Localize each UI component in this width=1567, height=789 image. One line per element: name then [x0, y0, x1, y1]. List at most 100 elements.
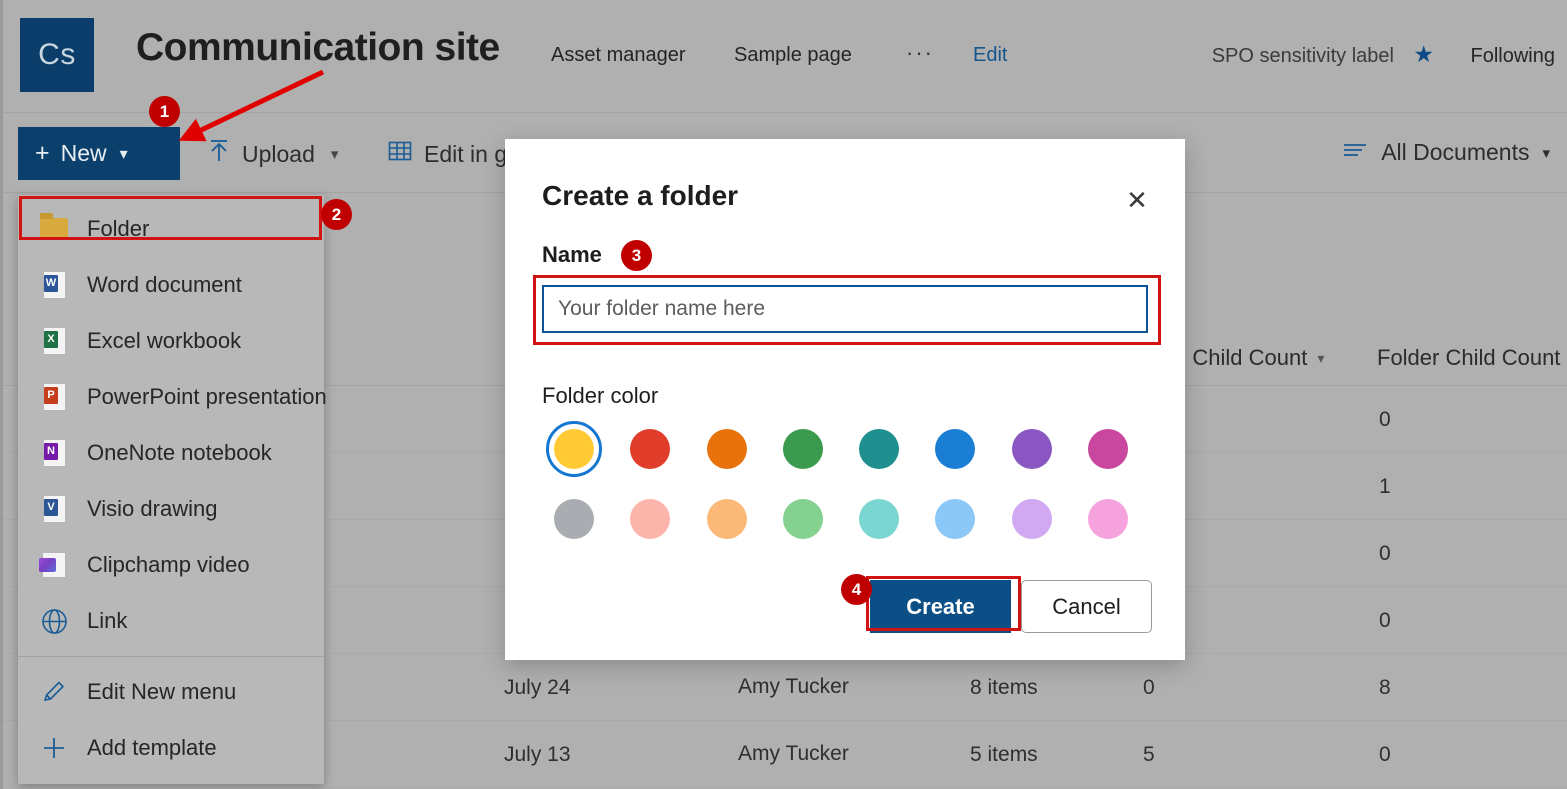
new-button-label: New	[61, 140, 107, 167]
swatch-dot	[554, 429, 594, 469]
dialog-title: Create a folder	[542, 180, 738, 212]
grid-table-icon	[388, 139, 412, 169]
annotation-badge-4: 4	[841, 574, 872, 605]
swatch-red[interactable]	[612, 424, 688, 474]
swatch-light-green[interactable]	[765, 494, 841, 544]
menu-divider	[18, 656, 324, 657]
site-header: Cs Communication site Asset manager Samp…	[3, 0, 1567, 113]
cell-author: Amy Tucker	[738, 675, 849, 699]
swatch-light-orange[interactable]	[689, 494, 765, 544]
pencil-icon	[40, 678, 68, 706]
excel-icon: X	[40, 327, 68, 355]
swatch-dot	[1088, 429, 1128, 469]
swatch-dot	[935, 429, 975, 469]
new-menu-flyout: Folder W Word document X Excel workbook …	[18, 195, 324, 784]
swatch-blue[interactable]	[917, 424, 993, 474]
site-logo: Cs	[20, 18, 94, 92]
cancel-button[interactable]: Cancel	[1021, 580, 1152, 633]
swatch-light-blue[interactable]	[917, 494, 993, 544]
cell-folder-child-count: 0	[1379, 408, 1391, 432]
plus-icon	[40, 734, 68, 762]
annotation-badge-2: 2	[321, 199, 352, 230]
cell-author: Amy Tucker	[738, 742, 849, 766]
menu-item-add-template[interactable]: Add template	[18, 720, 324, 776]
menu-item-folder[interactable]: Folder	[18, 201, 324, 257]
swatch-teal[interactable]	[841, 424, 917, 474]
nav-item-asset-manager[interactable]: Asset manager	[551, 44, 686, 67]
following-button[interactable]: Following	[1471, 45, 1555, 68]
close-icon[interactable]: ✕	[1120, 183, 1154, 217]
edit-in-grid-label: Edit in g	[424, 141, 507, 168]
swatch-dot	[783, 499, 823, 539]
star-icon: ★	[1413, 43, 1434, 66]
cell-child-count: 5	[1143, 743, 1155, 767]
plus-icon: +	[35, 141, 50, 166]
swatch-light-purple[interactable]	[994, 494, 1070, 544]
swatch-dot	[783, 429, 823, 469]
nav-item-edit[interactable]: Edit	[973, 44, 1007, 67]
swatch-dot	[554, 499, 594, 539]
swatch-light-red[interactable]	[612, 494, 688, 544]
nav-overflow-icon[interactable]: ···	[906, 40, 934, 66]
nav-item-sample-page[interactable]: Sample page	[734, 44, 852, 67]
menu-item-label: OneNote notebook	[87, 440, 272, 466]
swatch-light-teal[interactable]	[841, 494, 917, 544]
view-selector-label: All Documents	[1381, 139, 1529, 166]
upload-arrow-icon	[208, 139, 230, 169]
chevron-down-icon: ▾	[1317, 350, 1324, 367]
list-view-icon	[1342, 139, 1368, 166]
swatch-dot	[935, 499, 975, 539]
chevron-down-icon: ▾	[331, 145, 339, 163]
swatch-grey[interactable]	[536, 494, 612, 544]
page-title: Communication site	[136, 26, 500, 70]
swatch-dot	[1088, 499, 1128, 539]
folder-icon	[40, 215, 68, 243]
cell-items: 5 items	[970, 743, 1038, 767]
swatch-dot	[707, 429, 747, 469]
swatch-green[interactable]	[765, 424, 841, 474]
swatch-purple[interactable]	[994, 424, 1070, 474]
swatch-dot	[1012, 499, 1052, 539]
cell-date: July 24	[504, 676, 571, 700]
edit-in-grid-button[interactable]: Edit in g	[388, 139, 507, 169]
column-header-folder-child-count[interactable]: Folder Child Count	[1377, 345, 1560, 371]
menu-item-label: Clipchamp video	[87, 552, 250, 578]
folder-name-input[interactable]	[542, 285, 1148, 333]
cell-child-count: 0	[1143, 676, 1155, 700]
name-label: Name	[542, 242, 602, 268]
swatch-dot	[859, 499, 899, 539]
menu-item-label: Excel workbook	[87, 328, 241, 354]
menu-item-onenote-notebook[interactable]: N OneNote notebook	[18, 425, 324, 481]
folder-color-label: Folder color	[542, 383, 658, 409]
upload-button[interactable]: Upload ▾	[208, 139, 338, 169]
menu-item-label: Folder	[87, 216, 149, 242]
cell-folder-child-count: 0	[1379, 743, 1391, 767]
menu-item-visio-drawing[interactable]: V Visio drawing	[18, 481, 324, 537]
swatch-dot	[630, 499, 670, 539]
globe-icon	[40, 607, 68, 635]
view-selector[interactable]: All Documents ▾	[1342, 139, 1550, 166]
swatch-magenta[interactable]	[1070, 424, 1146, 474]
swatch-dot	[707, 499, 747, 539]
create-button[interactable]: Create	[870, 580, 1011, 633]
chevron-down-icon: ▾	[120, 144, 128, 164]
swatch-yellow[interactable]	[536, 424, 612, 474]
menu-item-label: Edit New menu	[87, 679, 236, 705]
menu-item-label: Link	[87, 608, 127, 634]
menu-item-word-document[interactable]: W Word document	[18, 257, 324, 313]
menu-item-edit-new-menu[interactable]: Edit New menu	[18, 664, 324, 720]
swatch-orange[interactable]	[689, 424, 765, 474]
swatch-light-pink[interactable]	[1070, 494, 1146, 544]
menu-item-label: Add template	[87, 735, 217, 761]
new-button[interactable]: + New ▾	[18, 127, 180, 180]
menu-item-clipchamp-video[interactable]: Clipchamp video	[18, 537, 324, 593]
column-header-child-count[interactable]: n Child Count ▾	[1174, 345, 1324, 371]
menu-item-excel-workbook[interactable]: X Excel workbook	[18, 313, 324, 369]
menu-item-link[interactable]: Link	[18, 593, 324, 649]
sensitivity-label[interactable]: SPO sensitivity label	[1212, 45, 1394, 68]
menu-item-powerpoint-presentation[interactable]: P PowerPoint presentation	[18, 369, 324, 425]
annotation-badge-1: 1	[149, 96, 180, 127]
column-header-label: Folder Child Count	[1377, 345, 1560, 371]
word-icon: W	[40, 271, 68, 299]
chevron-down-icon: ▾	[1542, 144, 1550, 162]
